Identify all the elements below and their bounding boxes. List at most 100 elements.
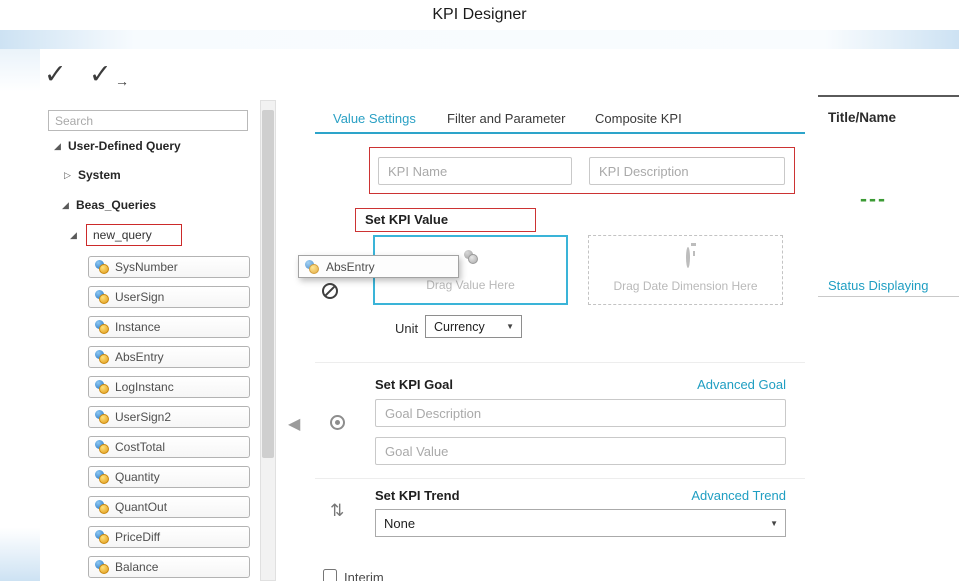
- field-item-quantity[interactable]: Quantity: [88, 466, 250, 488]
- arrow-right-icon: →: [115, 73, 129, 89]
- goal-description-input[interactable]: [375, 399, 786, 427]
- kpi-description-input[interactable]: [589, 157, 785, 185]
- field-label: LogInstanc: [115, 380, 174, 394]
- advanced-goal-link[interactable]: Advanced Goal: [660, 377, 786, 392]
- tree-node-label: Beas_Queries: [76, 198, 156, 212]
- collapse-panel-icon[interactable]: ◀: [288, 414, 300, 434]
- tree-expanded-icon[interactable]: ◢: [62, 200, 76, 211]
- query-field-icon: [95, 530, 109, 544]
- set-kpi-value-label: Set KPI Value: [355, 208, 536, 232]
- field-label: AbsEntry: [115, 350, 164, 364]
- tab-value-settings[interactable]: Value Settings: [333, 111, 416, 126]
- query-field-icon: [95, 320, 109, 334]
- status-displaying-link[interactable]: Status Displaying: [828, 278, 928, 293]
- field-item-loginstanc[interactable]: LogInstanc: [88, 376, 250, 398]
- left-gutter-background: [0, 49, 40, 581]
- check-icon: ✓: [44, 59, 67, 89]
- tab-filter-and-parameter[interactable]: Filter and Parameter: [447, 111, 566, 126]
- query-field-icon: [95, 260, 109, 274]
- no-drop-cursor-icon: [322, 283, 338, 299]
- dragged-field-absentry[interactable]: AbsEntry: [298, 255, 459, 278]
- query-field-icon: [95, 380, 109, 394]
- query-field-icon: [95, 500, 109, 514]
- section-divider: [315, 362, 805, 363]
- check-icon: ✓: [89, 59, 112, 89]
- query-field-icon: [95, 350, 109, 364]
- section-divider: [315, 478, 805, 479]
- target-icon: [330, 415, 345, 430]
- dropzone-hint: Drag Date Dimension Here: [589, 279, 782, 293]
- dragged-field-label: AbsEntry: [326, 260, 375, 274]
- tree-node-label: User-Defined Query: [68, 139, 181, 153]
- trend-selected-value: None: [376, 516, 770, 531]
- field-item-absentry[interactable]: AbsEntry: [88, 346, 250, 368]
- set-kpi-goal-heading: Set KPI Goal: [375, 377, 453, 392]
- query-field-icon: [95, 410, 109, 424]
- kpi-name-input[interactable]: [378, 157, 572, 185]
- scrollbar-thumb[interactable]: [262, 110, 274, 458]
- title-name-heading: Title/Name: [828, 110, 896, 125]
- field-label: Instance: [115, 320, 160, 334]
- query-field-icon: [95, 290, 109, 304]
- field-label: CostTotal: [115, 440, 165, 454]
- tab-underline: [315, 132, 805, 134]
- tree-node-system[interactable]: ▷ System: [64, 167, 121, 183]
- tree-expanded-icon[interactable]: ◢: [70, 230, 77, 241]
- field-label: Quantity: [115, 470, 160, 484]
- field-item-usersign[interactable]: UserSign: [88, 286, 250, 308]
- tree-node-label: System: [78, 168, 121, 182]
- field-label: QuantOut: [115, 500, 167, 514]
- interim-label: Interim: [344, 570, 384, 581]
- kpi-designer-window: KPI Designer ✓ ✓ → ◢ User-Defined Query …: [0, 0, 959, 581]
- field-label: UserSign: [115, 290, 164, 304]
- field-item-sysnumber[interactable]: SysNumber: [88, 256, 250, 278]
- chevron-down-icon: ▼: [770, 519, 785, 528]
- field-item-instance[interactable]: Instance: [88, 316, 250, 338]
- field-label: UserSign2: [115, 410, 171, 424]
- tree-node-user-defined-query[interactable]: ◢ User-Defined Query: [54, 138, 181, 154]
- kpi-name-highlight-box: [369, 147, 795, 194]
- confirm-button[interactable]: ✓: [44, 58, 80, 92]
- goal-value-input[interactable]: [375, 437, 786, 465]
- chevron-down-icon: ▼: [506, 322, 521, 331]
- field-item-pricediff[interactable]: PriceDiff: [88, 526, 250, 548]
- tree-node-beas-queries[interactable]: ◢ Beas_Queries: [62, 197, 156, 213]
- field-label: Balance: [115, 560, 158, 574]
- query-field-icon: [305, 260, 319, 274]
- set-kpi-trend-heading: Set KPI Trend: [375, 488, 460, 503]
- tree-expanded-icon[interactable]: ◢: [54, 141, 68, 152]
- unit-select[interactable]: Currency ▼: [425, 315, 522, 338]
- query-field-icon: [95, 560, 109, 574]
- right-panel-top-border: [818, 95, 959, 97]
- right-panel-divider: [818, 296, 959, 297]
- tree-node-new-query-selected[interactable]: new_query: [86, 224, 182, 246]
- drag-date-dimension-dropzone[interactable]: Drag Date Dimension Here: [588, 235, 783, 305]
- header-gradient-band: [0, 30, 959, 49]
- search-input[interactable]: [48, 110, 248, 131]
- field-item-quantout[interactable]: QuantOut: [88, 496, 250, 518]
- query-field-icon: [95, 470, 109, 484]
- field-label: PriceDiff: [115, 530, 160, 544]
- query-field-icon: [464, 250, 478, 264]
- tree-collapsed-icon[interactable]: ▷: [64, 170, 78, 181]
- page-title: KPI Designer: [432, 0, 526, 30]
- field-item-balance[interactable]: Balance: [88, 556, 250, 578]
- query-field-icon: [95, 440, 109, 454]
- stopwatch-icon: [686, 247, 690, 268]
- unit-selected-value: Currency: [426, 320, 506, 334]
- tab-composite-kpi[interactable]: Composite KPI: [595, 111, 682, 126]
- trend-select[interactable]: None ▼: [375, 509, 786, 537]
- field-label: SysNumber: [115, 260, 178, 274]
- advanced-trend-link[interactable]: Advanced Trend: [660, 488, 786, 503]
- field-item-costtotal[interactable]: CostTotal: [88, 436, 250, 458]
- interim-checkbox[interactable]: [323, 569, 337, 581]
- empty-title-placeholder: ---: [860, 188, 887, 212]
- trend-icon: ⇅: [330, 501, 344, 521]
- confirm-and-next-button[interactable]: ✓ →: [89, 58, 125, 92]
- dropzone-hint: Drag Value Here: [375, 278, 566, 292]
- unit-label: Unit: [395, 321, 418, 336]
- app-header: KPI Designer: [0, 0, 959, 30]
- field-item-usersign2[interactable]: UserSign2: [88, 406, 250, 428]
- sidebar-scrollbar[interactable]: [260, 100, 276, 581]
- tree-node-label: new_query: [93, 228, 152, 242]
